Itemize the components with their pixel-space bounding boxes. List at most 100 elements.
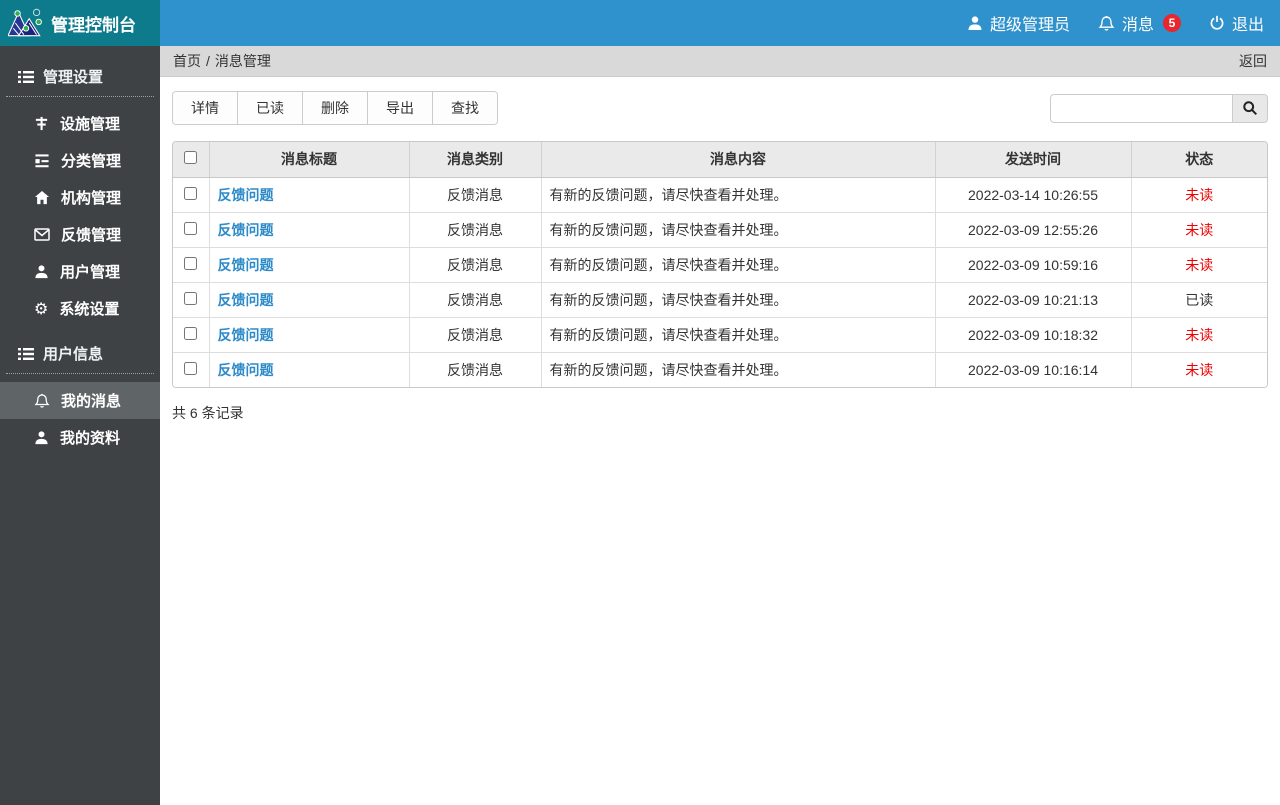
topbar-messages[interactable]: 消息 5 — [1098, 11, 1181, 35]
breadcrumb-separator: / — [206, 53, 210, 69]
search-icon — [1242, 100, 1258, 116]
power-icon — [1209, 15, 1225, 31]
sidebar-section-userinfo: 用户信息 — [6, 331, 154, 374]
message-content: 有新的反馈问题，请尽快查看并处理。 — [541, 282, 935, 317]
sidebar-item-label: 反馈管理 — [61, 224, 121, 245]
select-all-cell — [173, 142, 209, 177]
sidebar-item-facility[interactable]: 设施管理 — [0, 105, 160, 142]
sidebar-item-label: 系统设置 — [59, 298, 119, 319]
message-content: 有新的反馈问题，请尽快查看并处理。 — [541, 212, 935, 247]
message-title-link[interactable]: 反馈问题 — [218, 187, 274, 203]
sidebar-item-my-profile[interactable]: 我的资料 — [0, 419, 160, 456]
road-icon — [34, 116, 49, 131]
breadcrumb-bar: 首页 / 消息管理 返回 — [160, 46, 1280, 77]
topbar-logout-label: 退出 — [1232, 11, 1264, 35]
sidebar-section-admin: 管理设置 — [6, 54, 154, 97]
table-row: 反馈问题 反馈消息 有新的反馈问题，请尽快查看并处理。 2022-03-09 1… — [173, 247, 1267, 282]
col-header-content: 消息内容 — [541, 142, 935, 177]
sidebar-item-category[interactable]: 分类管理 — [0, 142, 160, 179]
action-button-group: 详情 已读 删除 导出 查找 — [172, 91, 498, 125]
message-time: 2022-03-14 10:26:55 — [935, 177, 1131, 212]
user-icon — [967, 15, 983, 31]
user-icon — [34, 264, 49, 279]
sidebar-item-label: 我的消息 — [61, 390, 121, 411]
col-header-time: 发送时间 — [935, 142, 1131, 177]
topbar-user[interactable]: 超级管理员 — [967, 11, 1070, 35]
gear-icon: ⚙︎ — [34, 301, 48, 317]
message-title-link[interactable]: 反馈问题 — [218, 327, 274, 343]
topbar-messages-label: 消息 — [1122, 11, 1154, 35]
message-status: 已读 — [1131, 282, 1267, 317]
content-panel: 详情 已读 删除 导出 查找 — [160, 77, 1280, 805]
sidebar-item-feedback[interactable]: 反馈管理 — [0, 216, 160, 253]
search-input[interactable] — [1050, 94, 1232, 123]
row-checkbox[interactable] — [184, 222, 197, 235]
message-category: 反馈消息 — [409, 247, 541, 282]
sidebar-item-label: 我的资料 — [60, 427, 120, 448]
message-category: 反馈消息 — [409, 317, 541, 352]
message-status: 未读 — [1131, 212, 1267, 247]
row-checkbox[interactable] — [184, 362, 197, 375]
bell-icon — [34, 393, 50, 409]
col-header-category: 消息类别 — [409, 142, 541, 177]
table-row: 反馈问题 反馈消息 有新的反馈问题，请尽快查看并处理。 2022-03-14 1… — [173, 177, 1267, 212]
sidebar-nav: 管理设置 设施管理 — [0, 46, 160, 460]
row-checkbox[interactable] — [184, 187, 197, 200]
table-row: 反馈问题 反馈消息 有新的反馈问题，请尽快查看并处理。 2022-03-09 1… — [173, 317, 1267, 352]
search-group — [1050, 94, 1268, 123]
message-title-link[interactable]: 反馈问题 — [218, 257, 274, 273]
breadcrumb-home[interactable]: 首页 — [173, 51, 201, 71]
sidebar-item-users[interactable]: 用户管理 — [0, 253, 160, 290]
message-time: 2022-03-09 10:59:16 — [935, 247, 1131, 282]
breadcrumb-current: 消息管理 — [215, 51, 271, 71]
message-category: 反馈消息 — [409, 177, 541, 212]
table-row: 反馈问题 反馈消息 有新的反馈问题，请尽快查看并处理。 2022-03-09 1… — [173, 282, 1267, 317]
search-button[interactable] — [1232, 94, 1268, 123]
breadcrumb: 首页 / 消息管理 — [173, 51, 271, 71]
message-time: 2022-03-09 12:55:26 — [935, 212, 1131, 247]
col-header-status: 状态 — [1131, 142, 1267, 177]
sidebar-item-label: 设施管理 — [60, 113, 120, 134]
message-content: 有新的反馈问题，请尽快查看并处理。 — [541, 247, 935, 282]
home-icon — [34, 190, 50, 205]
table-header-row: 消息标题 消息类别 消息内容 发送时间 状态 — [173, 142, 1267, 177]
message-category: 反馈消息 — [409, 352, 541, 387]
message-content: 有新的反馈问题，请尽快查看并处理。 — [541, 317, 935, 352]
sidebar-item-settings[interactable]: ⚙︎ 系统设置 — [0, 290, 160, 327]
row-checkbox[interactable] — [184, 257, 197, 270]
list-icon — [18, 70, 34, 84]
mark-read-button[interactable]: 已读 — [238, 92, 303, 124]
detail-button[interactable]: 详情 — [173, 92, 238, 124]
back-link[interactable]: 返回 — [1239, 51, 1267, 71]
topbar-user-label: 超级管理员 — [990, 11, 1070, 35]
sidebar-item-label: 分类管理 — [61, 150, 121, 171]
messages-table-wrap: 消息标题 消息类别 消息内容 发送时间 状态 反馈问题 反馈消息 有新的反馈问 — [172, 141, 1268, 388]
message-category: 反馈消息 — [409, 212, 541, 247]
app-logo-icon — [8, 8, 44, 38]
message-title-link[interactable]: 反馈问题 — [218, 292, 274, 308]
message-status: 未读 — [1131, 177, 1267, 212]
messages-table: 消息标题 消息类别 消息内容 发送时间 状态 反馈问题 反馈消息 有新的反馈问 — [173, 142, 1267, 387]
message-content: 有新的反馈问题，请尽快查看并处理。 — [541, 177, 935, 212]
sidebar-item-org[interactable]: 机构管理 — [0, 179, 160, 216]
sidebar-item-my-messages[interactable]: 我的消息 — [0, 382, 160, 419]
message-time: 2022-03-09 10:16:14 — [935, 352, 1131, 387]
message-status: 未读 — [1131, 317, 1267, 352]
row-checkbox[interactable] — [184, 292, 197, 305]
delete-button[interactable]: 删除 — [303, 92, 368, 124]
topbar-logout[interactable]: 退出 — [1209, 11, 1264, 35]
record-count: 共 6 条记录 — [172, 403, 1268, 423]
app-title: 管理控制台 — [51, 11, 136, 36]
message-title-link[interactable]: 反馈问题 — [218, 362, 274, 378]
select-all-checkbox[interactable] — [184, 151, 197, 164]
sidebar-admin-items: 设施管理 分类管理 — [0, 97, 160, 331]
row-checkbox[interactable] — [184, 327, 197, 340]
sidebar: 管理控制台 管理设置 — [0, 0, 160, 805]
export-button[interactable]: 导出 — [368, 92, 433, 124]
table-row: 反馈问题 反馈消息 有新的反馈问题，请尽快查看并处理。 2022-03-09 1… — [173, 212, 1267, 247]
sidebar-item-label: 用户管理 — [60, 261, 120, 282]
bell-icon — [1098, 15, 1115, 32]
message-title-link[interactable]: 反馈问题 — [218, 222, 274, 238]
find-button[interactable]: 查找 — [433, 92, 497, 124]
sidebar-userinfo-items: 我的消息 我的资料 — [0, 374, 160, 460]
